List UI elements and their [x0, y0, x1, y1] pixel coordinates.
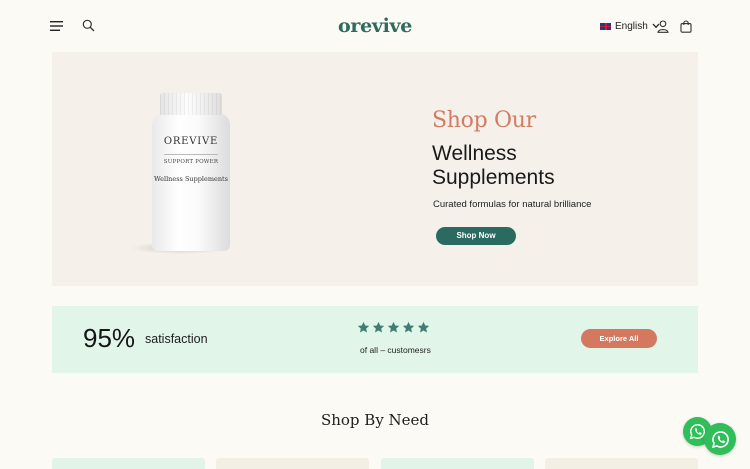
hero-subtitle: Curated formulas for natural brilliance: [433, 199, 592, 210]
whatsapp-icon: [711, 430, 729, 448]
star-icon: [372, 321, 385, 333]
product-bottle-image: OREVIVE SUPPORT POWER Wellness Supplemen…: [124, 88, 234, 258]
cart-button[interactable]: [679, 18, 693, 34]
language-label: English: [615, 20, 648, 32]
menu-icon: [50, 21, 63, 31]
need-card[interactable]: [545, 458, 698, 469]
bottle-label-line1: SUPPORT POWER: [163, 159, 219, 165]
need-card[interactable]: [52, 458, 205, 469]
need-card[interactable]: [381, 458, 534, 469]
bottle-brand-text: OREVIVE: [163, 136, 219, 147]
whatsapp-chat-button[interactable]: [704, 423, 736, 455]
star-icon: [402, 321, 415, 333]
site-logo[interactable]: orevive: [338, 13, 412, 39]
shop-now-button[interactable]: Shop Now: [436, 227, 516, 245]
search-button[interactable]: [80, 17, 96, 33]
satisfaction-label: satisfaction: [145, 332, 208, 346]
bottle-cap: [160, 93, 222, 115]
satisfaction-percent: 95%: [83, 323, 136, 353]
star-icon: [387, 321, 400, 333]
star-icon: [417, 321, 430, 333]
user-icon: [657, 19, 669, 33]
hero-eyebrow: Shop Our: [432, 108, 536, 133]
flag-uk-icon: [600, 22, 611, 30]
need-card[interactable]: [216, 458, 369, 469]
bottle-label-line2: Wellness Supplements: [154, 175, 228, 183]
account-button[interactable]: [656, 18, 670, 34]
search-icon: [82, 19, 94, 31]
hero-title: Wellness Supplements: [432, 142, 555, 189]
rating-caption: of all – customesrs: [360, 345, 431, 355]
bag-icon: [680, 19, 692, 33]
section-title: Shop By Need: [320, 411, 430, 429]
menu-button[interactable]: [49, 18, 65, 34]
site-header: orevive English: [0, 0, 750, 52]
star-icon: [357, 321, 370, 333]
language-selector[interactable]: English: [600, 18, 660, 34]
explore-all-button[interactable]: Explore All: [581, 329, 657, 348]
rating-stars: [357, 321, 430, 334]
bottle-label-divider: [164, 154, 218, 155]
